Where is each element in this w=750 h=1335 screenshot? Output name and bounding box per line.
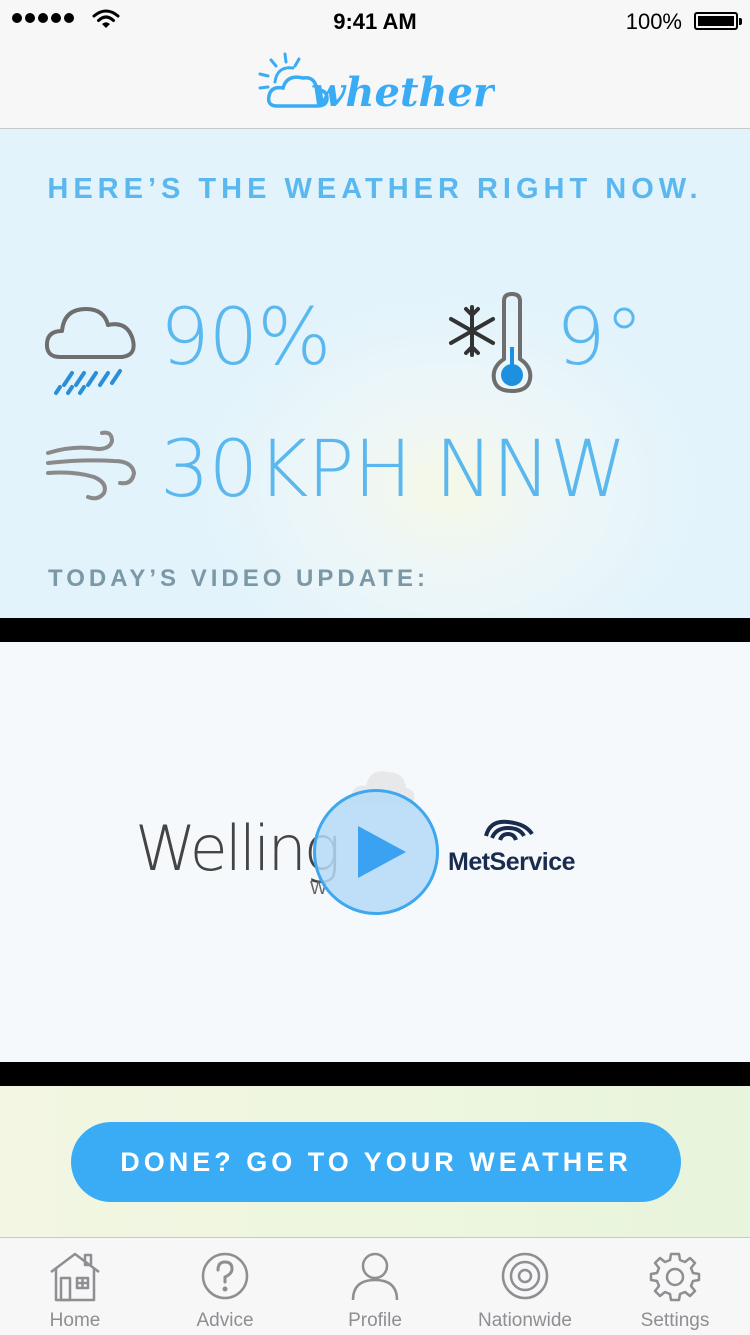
- metservice-logo-icon: [484, 819, 534, 841]
- question-icon: [201, 1252, 249, 1300]
- battery-icon: [694, 12, 742, 30]
- tab-label-nationwide: Nationwide: [478, 1310, 572, 1331]
- video-player[interactable]: Welling W MetService: [0, 642, 750, 1062]
- video-thumbnail-text: Welling: [135, 812, 341, 885]
- video-letterbox-top: [0, 618, 750, 642]
- battery-percent: 100%: [625, 9, 682, 34]
- rain-cloud-icon: [44, 307, 136, 395]
- person-icon: [351, 1252, 399, 1301]
- svg-text:whether?: whether?: [311, 69, 495, 116]
- wind-icon: [46, 430, 137, 501]
- wind-value: 30KPH NNW: [160, 425, 627, 515]
- tab-label-home: Home: [49, 1310, 101, 1331]
- status-bar: 9:41 AM 100%: [0, 0, 750, 42]
- thermometer-snowflake-icon: [449, 291, 533, 394]
- whether-logo: whether?: [258, 52, 495, 116]
- temperature-value: 9°: [556, 293, 644, 383]
- tab-label-settings: Settings: [640, 1310, 710, 1331]
- cta-section: DONE? GO TO YOUR WEATHER: [0, 1086, 750, 1238]
- video-section-label: TODAY’S VIDEO UPDATE:: [48, 565, 429, 592]
- tab-nationwide[interactable]: Nationwide: [450, 1238, 600, 1335]
- tab-settings[interactable]: Settings: [600, 1238, 750, 1335]
- tab-advice[interactable]: Advice: [150, 1238, 300, 1335]
- tab-label-advice: Advice: [196, 1310, 254, 1331]
- nav-header: whether?: [0, 42, 750, 129]
- tab-profile[interactable]: Profile: [300, 1238, 450, 1335]
- tab-home[interactable]: Home: [0, 1238, 150, 1335]
- tab-bar: Home Advice Profile Nationwide Settings: [0, 1237, 750, 1335]
- play-icon: [358, 826, 406, 878]
- gear-icon: [649, 1252, 701, 1302]
- play-button[interactable]: [313, 789, 439, 915]
- current-weather-panel: HERE’S THE WEATHER RIGHT NOW. 90% 9° 30K…: [0, 129, 750, 618]
- radar-icon: [501, 1252, 549, 1300]
- video-letterbox-bottom: [0, 1062, 750, 1086]
- go-to-weather-button[interactable]: DONE? GO TO YOUR WEATHER: [71, 1122, 681, 1202]
- tab-label-profile: Profile: [348, 1310, 402, 1331]
- weather-headline: HERE’S THE WEATHER RIGHT NOW.: [47, 173, 703, 205]
- rain-chance-value: 90%: [160, 293, 331, 383]
- home-icon: [50, 1252, 100, 1302]
- metservice-brand: MetService: [448, 848, 576, 876]
